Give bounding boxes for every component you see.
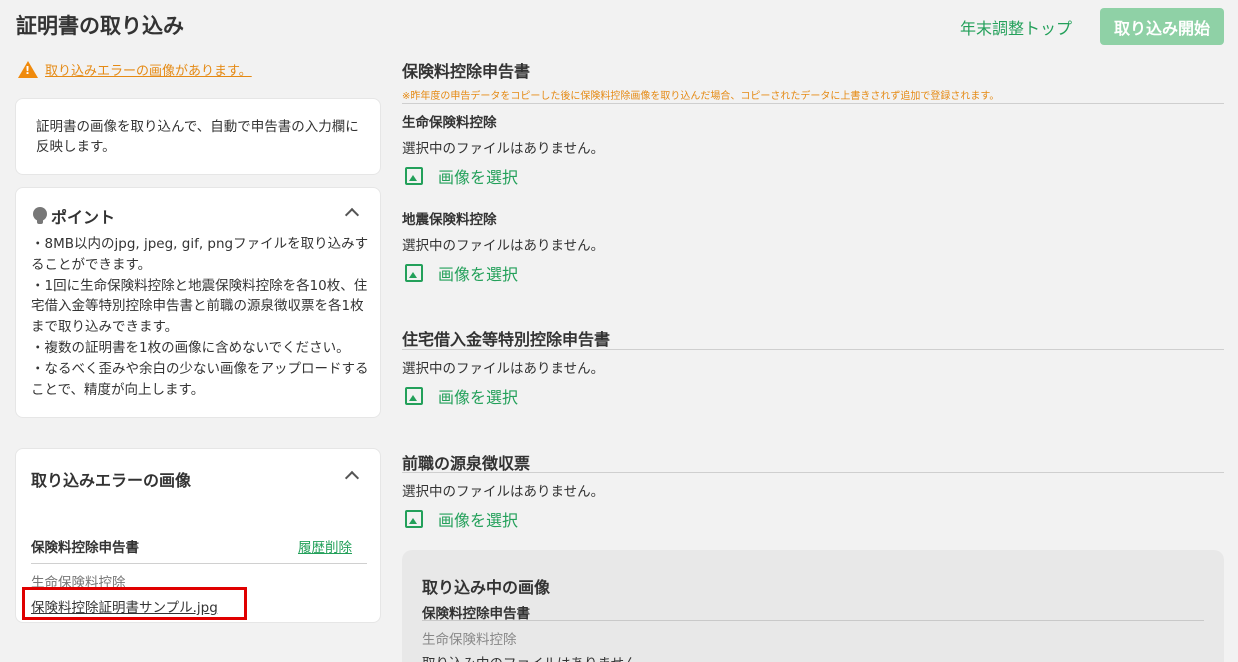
life-insurance-label: 生命保険料控除	[402, 115, 497, 131]
choose-image-label: 画像を選択	[438, 168, 519, 187]
error-section-title: 保険料控除申告書	[31, 540, 139, 556]
processing-no-file-text: 取り込み中のファイルはありません。	[422, 652, 651, 662]
warning-link[interactable]: 取り込みエラーの画像があります。	[45, 60, 252, 79]
error-images-title: 取り込みエラーの画像	[31, 471, 192, 490]
choose-image-label: 画像を選択	[438, 265, 519, 284]
chevron-up-icon[interactable]	[344, 207, 360, 223]
processing-category: 生命保険料控除	[422, 632, 517, 648]
divider	[402, 472, 1224, 473]
earthquake-no-file-text: 選択中のファイルはありません。	[402, 238, 605, 254]
choose-image-label: 画像を選択	[438, 388, 519, 407]
divider	[402, 349, 1224, 350]
chevron-up-icon[interactable]	[344, 470, 360, 486]
image-icon	[405, 167, 423, 185]
description-text: 証明書の画像を取り込んで、自動で申告書の入力欄に反映します。	[36, 119, 359, 155]
divider	[402, 103, 1224, 104]
housing-no-file-text: 選択中のファイルはありません。	[402, 361, 605, 377]
points-text: ・8MB以内のjpg, jpeg, gif, pngファイルを取り込みすることが…	[31, 236, 369, 398]
insurance-note: ※昨年度の申告データをコピーした後に保険料控除画像を取り込んだ場合、コピーされた…	[402, 91, 1000, 102]
processing-section-title: 保険料控除申告書	[422, 606, 530, 622]
image-icon	[405, 510, 423, 528]
points-card: ポイント ・8MB以内のjpg, jpeg, gif, pngファイルを取り込み…	[15, 187, 381, 418]
processing-panel: 取り込み中の画像 保険料控除申告書 生命保険料控除 取り込み中のファイルはありま…	[402, 550, 1224, 662]
image-icon	[405, 264, 423, 282]
earthquake-choose-image-button[interactable]: 画像を選択	[405, 261, 518, 285]
page-title: 証明書の取り込み	[16, 14, 184, 38]
housing-section-title: 住宅借入金等特別控除申告書	[402, 330, 611, 349]
highlight-box	[22, 587, 247, 620]
processing-title: 取り込み中の画像	[422, 578, 551, 597]
clear-history-link[interactable]: 履歴削除	[298, 536, 352, 556]
points-header: ポイント	[33, 204, 115, 228]
withholding-no-file-text: 選択中のファイルはありません。	[402, 484, 605, 500]
divider	[31, 563, 367, 564]
lightbulb-icon	[33, 207, 47, 225]
description-card: 証明書の画像を取り込んで、自動で申告書の入力欄に反映します。	[15, 98, 381, 175]
warning-icon: !	[18, 61, 38, 78]
divider	[422, 620, 1204, 621]
life-no-file-text: 選択中のファイルはありません。	[402, 141, 605, 157]
image-icon	[405, 387, 423, 405]
choose-image-label: 画像を選択	[438, 511, 519, 530]
insurance-section-title: 保険料控除申告書	[402, 62, 531, 81]
housing-choose-image-button[interactable]: 画像を選択	[405, 384, 518, 408]
withholding-choose-image-button[interactable]: 画像を選択	[405, 507, 518, 531]
start-import-button[interactable]: 取り込み開始	[1100, 8, 1224, 45]
earthquake-insurance-label: 地震保険料控除	[402, 212, 497, 228]
year-end-top-link[interactable]: 年末調整トップ	[960, 15, 1072, 39]
import-error-warning[interactable]: ! 取り込みエラーの画像があります。	[18, 60, 252, 79]
points-title: ポイント	[51, 208, 116, 227]
life-choose-image-button[interactable]: 画像を選択	[405, 164, 518, 188]
withholding-section-title: 前職の源泉徴収票	[402, 454, 531, 473]
